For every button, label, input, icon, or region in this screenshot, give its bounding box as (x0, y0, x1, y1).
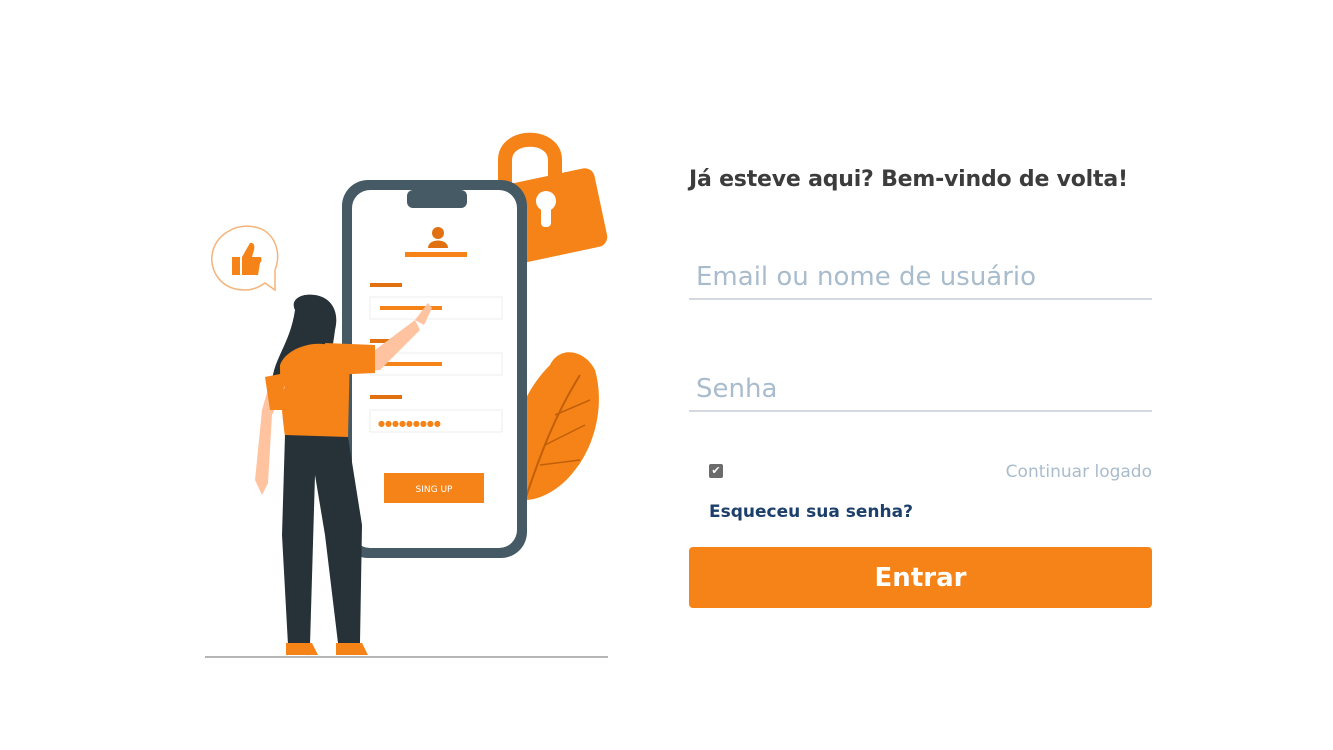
login-heading: Já esteve aqui? Bem-vindo de volta! (689, 167, 1128, 192)
phone-signup-label: SING UP (416, 485, 454, 495)
login-page: ●●●●●●●●● SING UP Já esteve aqui? Bem-vi… (0, 0, 1333, 750)
login-submit-button[interactable]: Entrar (689, 547, 1152, 608)
remember-checkbox[interactable]: ✔ (709, 464, 723, 478)
remember-label[interactable]: Continuar logado (1006, 462, 1152, 482)
email-input[interactable] (689, 256, 1152, 300)
login-illustration: ●●●●●●●●● SING UP (205, 132, 608, 658)
login-form: Já esteve aqui? Bem-vindo de volta! ✔ Co… (689, 160, 1152, 608)
forgot-password-link[interactable]: Esqueceu sua senha? (709, 502, 913, 522)
password-dots: ●●●●●●●●● (378, 419, 441, 428)
password-input[interactable] (689, 368, 1152, 412)
remember-row: ✔ Continuar logado (689, 460, 1152, 484)
thumbs-up-icon (211, 225, 279, 292)
check-icon: ✔ (711, 464, 721, 477)
